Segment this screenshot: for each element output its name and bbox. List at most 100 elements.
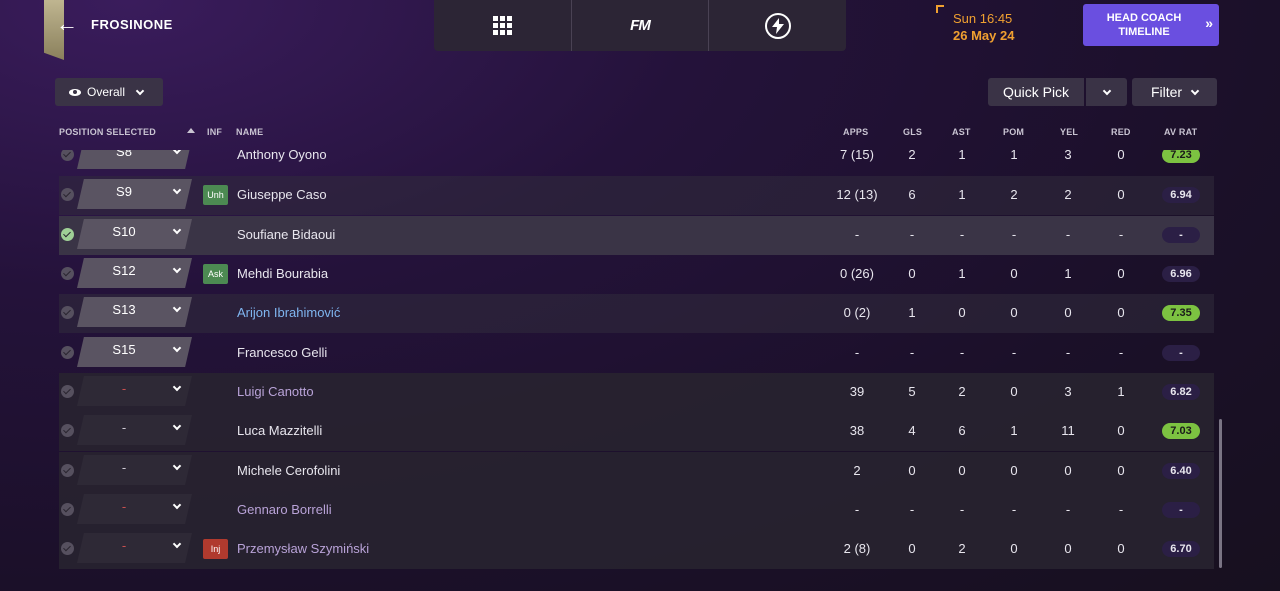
player-name[interactable]: Soufiane Bidaoui [237,227,335,242]
assists: 2 [958,541,966,556]
yellow-cards: - [1065,502,1071,517]
assists: 6 [958,423,966,438]
table-row[interactable]: S9 Unh Giuseppe Caso 12 (13) 6 1 2 2 0 6… [59,176,1214,215]
table-row[interactable]: - Michele Cerofolini 2 0 0 0 0 0 6.40 [59,452,1214,491]
pom: - [1011,227,1017,242]
yellow-cards: 0 [1064,541,1072,556]
pom: - [1011,345,1017,360]
col-position[interactable]: POSITION SELECTED [59,127,156,137]
selection-check-icon[interactable] [61,306,74,319]
assists: - [959,227,965,242]
selection-check-icon[interactable] [61,503,74,516]
position-label: - [121,499,127,514]
pom: 0 [1010,266,1018,281]
col-apps[interactable]: APPS [843,127,868,137]
table-row[interactable]: - Luigi Canotto 39 5 2 0 3 1 6.82 [59,373,1214,412]
selection-check-icon[interactable] [61,385,74,398]
average-rating: - [1162,502,1200,518]
yellow-cards: 11 [1061,423,1075,438]
average-rating: 6.40 [1162,463,1200,479]
table-row[interactable]: S10 Soufiane Bidaoui - - - - - - - [59,216,1214,255]
quick-pick-dropdown[interactable] [1086,78,1127,106]
col-avrat[interactable]: AV RAT [1164,127,1197,137]
assists: - [959,502,965,517]
goals: 2 [908,150,916,162]
current-time: Sun 16:45 [953,11,1013,26]
average-rating: 7.03 [1162,423,1200,439]
player-name[interactable]: Giuseppe Caso [237,187,327,202]
col-name[interactable]: NAME [236,127,263,137]
yellow-cards: 3 [1064,384,1072,399]
pom: 0 [1010,541,1018,556]
average-rating: - [1162,227,1200,243]
player-name[interactable]: Luigi Canotto [237,384,314,399]
assists: 1 [958,187,966,202]
filter-label: Filter [1150,84,1183,100]
position-label: - [121,381,127,396]
player-name[interactable]: Francesco Gelli [237,345,327,360]
player-name[interactable]: Arijon Ibrahimović [237,305,340,320]
table-row[interactable]: - Gennaro Borrelli - - - - - - - [59,491,1214,530]
player-name[interactable]: Anthony Oyono [237,150,327,162]
player-name[interactable]: Luca Mazzitelli [237,423,322,438]
position-label: S9 [116,184,132,199]
goals: 0 [908,266,916,281]
back-arrow-icon[interactable]: ← [56,12,80,36]
table-row[interactable]: - Luca Mazzitelli 38 4 6 1 11 0 7.03 [59,412,1214,451]
double-chevron-right-icon: » [1205,15,1213,31]
interaction-badge[interactable]: Ask [203,264,228,284]
col-red[interactable]: RED [1111,127,1131,137]
selection-check-icon[interactable] [61,228,74,241]
col-gls[interactable]: GLS [903,127,922,137]
view-selector[interactable]: Overall [55,78,163,106]
red-cards: 0 [1117,266,1125,281]
average-rating: - [1162,345,1200,361]
selection-check-icon[interactable] [61,267,74,280]
col-ast[interactable]: AST [952,127,971,137]
table-row[interactable]: S12 Ask Mehdi Bourabia 0 (26) 0 1 0 1 0 … [59,255,1214,294]
goals: 4 [908,423,916,438]
selection-check-icon[interactable] [61,188,74,201]
assists: - [959,345,965,360]
selection-check-icon[interactable] [61,150,74,161]
selection-check-icon[interactable] [61,346,74,359]
quick-actions-button[interactable] [709,0,846,51]
position-label: - [121,538,127,553]
interaction-badge[interactable]: Unh [203,185,228,205]
yellow-cards: 3 [1064,150,1072,162]
average-rating: 6.70 [1162,541,1200,557]
selection-check-icon[interactable] [61,464,74,477]
menu-grid-button[interactable] [434,0,572,51]
table-row[interactable]: - Inj Przemysław Szymiński 2 (8) 0 2 0 0… [59,530,1214,569]
apps: 0 (26) [840,266,874,281]
col-pom[interactable]: POM [1003,127,1024,137]
col-inf[interactable]: INF [207,127,222,137]
squad-table: S8 Anthony Oyono 7 (15) 2 1 1 3 0 7.23 S… [59,150,1214,571]
fm-home-button[interactable]: FM [572,0,710,51]
apps: 39 [849,384,865,399]
red-cards: 0 [1117,187,1125,202]
quick-pick-button[interactable]: Quick Pick [988,78,1084,106]
filter-button[interactable]: Filter [1132,78,1217,106]
player-name[interactable]: Mehdi Bourabia [237,266,328,281]
selection-check-icon[interactable] [61,542,74,555]
player-name[interactable]: Gennaro Borrelli [237,502,332,517]
table-row[interactable]: S8 Anthony Oyono 7 (15) 2 1 1 3 0 7.23 [59,150,1214,175]
table-row[interactable]: S15 Francesco Gelli - - - - - - - [59,334,1214,373]
coach-line-1: HEAD COACH [1106,12,1182,24]
red-cards: 0 [1117,423,1125,438]
assists: 1 [958,266,966,281]
col-yel[interactable]: YEL [1060,127,1078,137]
average-rating: 7.23 [1162,150,1200,163]
apps: 12 (13) [836,187,878,202]
selection-check-icon[interactable] [61,424,74,437]
pom: 0 [1010,463,1018,478]
lightning-bolt-icon [764,12,791,39]
player-name[interactable]: Michele Cerofolini [237,463,340,478]
injury-badge[interactable]: Inj [203,539,228,559]
head-coach-timeline-button[interactable]: HEAD COACH TIMELINE » [1083,4,1219,46]
player-name[interactable]: Przemysław Szymiński [237,541,369,556]
scrollbar[interactable] [1219,419,1222,568]
table-row[interactable]: S13 Arijon Ibrahimović 0 (2) 1 0 0 0 0 7… [59,294,1214,333]
red-cards: 0 [1117,150,1125,162]
